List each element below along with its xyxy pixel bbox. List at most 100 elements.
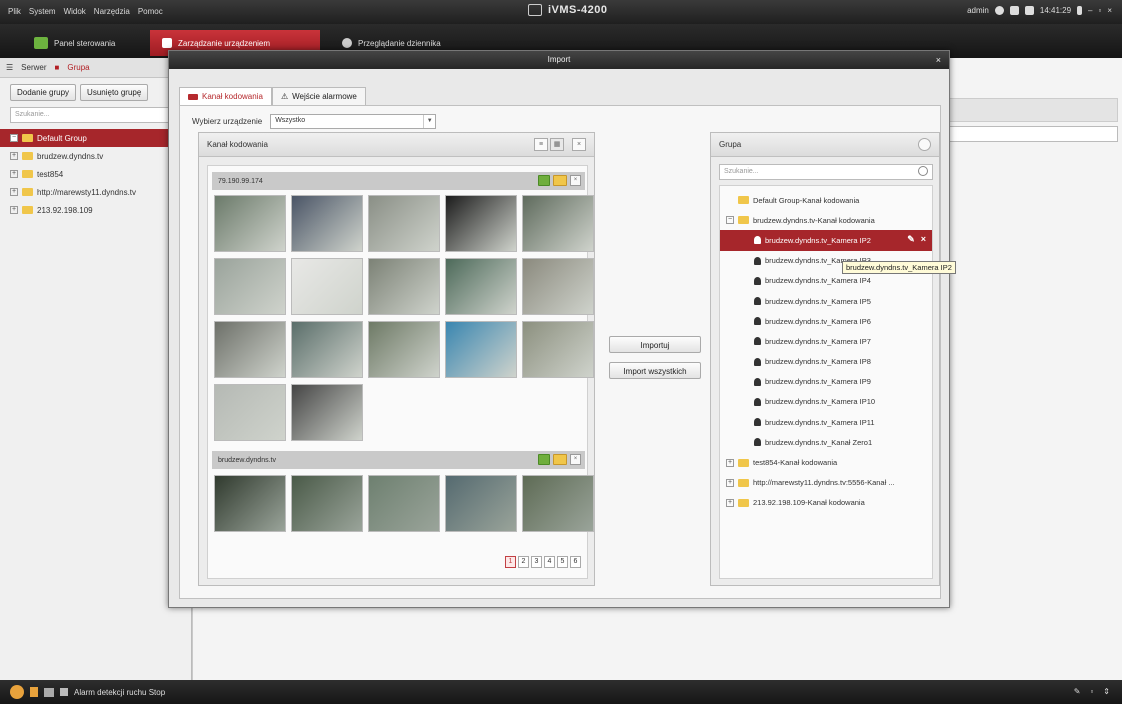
window-icon[interactable]: ▫ [1090,687,1093,696]
refresh-icon[interactable] [918,138,931,151]
tab-encoding-channel[interactable]: Kanał kodowania [179,87,272,105]
camera-thumbnail[interactable] [368,195,440,252]
group-tree-camera-item[interactable]: brudzew.dyndns.tv_Kamera IP6 [720,311,932,331]
camera-thumbnail[interactable] [522,475,594,532]
group-search-input[interactable]: Szukanie... [10,107,187,123]
expand-icon[interactable]: + [726,478,734,487]
camera-thumbnail[interactable] [214,321,286,378]
camera-thumbnail[interactable] [291,258,363,315]
camera-thumbnail[interactable] [368,475,440,532]
tab-alarm-input[interactable]: ⚠ Wejście alarmowe [271,87,366,105]
expand-icon[interactable]: + [10,188,18,196]
expand-icon[interactable]: + [10,206,18,214]
group-tree-camera-item[interactable]: brudzew.dyndns.tv_Kamera IP9 [720,372,932,392]
import-button[interactable]: Importuj [609,336,701,353]
minimize-icon[interactable]: – [1088,6,1092,15]
camera-thumbnail[interactable] [291,475,363,532]
list-view-icon[interactable]: ≡ [534,138,548,151]
close-window-icon[interactable]: × [1107,6,1112,15]
group-tree-folder-item[interactable]: + test854-Kanał kodowania [720,452,932,472]
group-tree-camera-item[interactable]: brudzew.dyndns.tv_Kamera IP5 [720,291,932,311]
menu-help[interactable]: Pomoc [138,7,163,16]
tree-item-test854[interactable]: + test854 [0,165,191,183]
folder-add-icon[interactable] [553,175,567,186]
maximize-icon[interactable]: ▫ [1098,6,1101,15]
group-tree-folder-item[interactable]: Default Group-Kanał kodowania [720,190,932,210]
import-all-button[interactable]: Import wszystkich [609,362,701,379]
camera-thumbnail[interactable] [291,384,363,441]
camera-thumbnail[interactable] [214,384,286,441]
delete-icon[interactable]: × [921,234,926,245]
tab-group[interactable]: Grupa [67,63,89,72]
tree-item-marewsty11[interactable]: + http://marewsty11.dyndns.tv [0,183,191,201]
group-tree-camera-item[interactable]: brudzew.dyndns.tv_Kamera IP8 [720,352,932,372]
content-search-input[interactable] [948,126,1118,142]
group-tree-camera-item[interactable]: brudzew.dyndns.tv_Kamera IP10 [720,392,932,412]
pin-icon[interactable]: ✎ [1074,687,1081,696]
group-search-input[interactable]: Szukanie... [719,164,933,180]
tree-item-213[interactable]: + 213.92.198.109 [0,201,191,219]
alarm-icon[interactable] [10,685,24,699]
monitor-icon[interactable] [44,687,54,697]
search-icon[interactable] [918,166,928,176]
menu-file[interactable]: Plik [8,7,21,16]
expand-icon[interactable]: + [726,498,734,507]
camera-thumbnail[interactable] [291,195,363,252]
printer-icon[interactable] [1024,6,1034,15]
page-button-6[interactable]: 6 [570,556,581,568]
collapse-icon[interactable]: − [10,134,18,142]
add-device-icon[interactable] [538,175,550,186]
camera-thumbnail[interactable] [291,321,363,378]
info-icon[interactable] [1077,6,1083,15]
camera-thumbnail[interactable] [445,258,517,315]
menu-tools[interactable]: Narzędzia [94,7,130,16]
dialog-close-icon[interactable]: × [936,51,941,69]
expand-icon[interactable]: + [10,170,18,178]
group-tree-camera-item[interactable]: brudzew.dyndns.tv_Kamera IP2 ✎ × [720,230,932,251]
speaker-icon[interactable] [60,688,68,696]
camera-thumbnail[interactable] [445,475,517,532]
tree-item-default-group[interactable]: − Default Group [0,129,191,147]
group-tree-folder-item[interactable]: +213.92.198.109-Kanał kodowania [720,493,932,513]
camera-thumbnail[interactable] [214,475,286,532]
camera-thumbnail[interactable] [522,258,594,315]
chevron-down-icon[interactable]: ▼ [423,115,435,128]
lock-icon[interactable] [1009,6,1019,15]
tree-item-brudzew[interactable]: + brudzew.dyndns.tv [0,147,191,165]
person-icon[interactable] [30,687,38,697]
close-device-icon[interactable]: × [570,454,581,465]
camera-thumbnail[interactable] [522,321,594,378]
collapse-icon[interactable]: − [726,216,734,225]
user-icon[interactable] [994,6,1004,15]
group-tree-folder-item[interactable]: − brudzew.dyndns.tv-Kanał kodowania [720,210,932,230]
expand-icon[interactable]: ⇕ [1103,687,1110,696]
camera-thumbnail[interactable] [445,195,517,252]
tab-server[interactable]: Serwer [21,63,46,72]
camera-thumbnail[interactable] [368,321,440,378]
page-button-3[interactable]: 3 [531,556,542,568]
add-device-icon[interactable] [538,454,550,465]
edit-icon[interactable]: ✎ [907,234,915,245]
delete-group-button[interactable]: Usunięto grupę [80,84,149,101]
camera-thumbnail[interactable] [214,195,286,252]
page-button-2[interactable]: 2 [518,556,529,568]
menu-view[interactable]: Widok [64,7,86,16]
group-tree-camera-item[interactable]: brudzew.dyndns.tv_Kamera IP7 [720,331,932,351]
page-button-5[interactable]: 5 [557,556,568,568]
page-button-1[interactable]: 1 [505,556,516,568]
expand-icon[interactable]: + [10,152,18,160]
camera-thumbnail[interactable] [445,321,517,378]
add-group-button[interactable]: Dodanie grupy [10,84,77,101]
thumbnail-view-icon[interactable]: ▦ [550,138,564,151]
group-tree-folder-item[interactable]: + http://marewsty11.dyndns.tv:5556-Kanał … [720,473,932,493]
camera-thumbnail[interactable] [522,195,594,252]
folder-add-icon[interactable] [553,454,567,465]
camera-thumbnail[interactable] [214,258,286,315]
collapse-all-icon[interactable]: × [572,138,586,151]
expand-icon[interactable]: + [726,458,734,467]
device-select[interactable]: Wszystko ▼ [270,114,437,129]
tab-control-panel[interactable]: Panel sterowania [22,30,127,56]
page-button-4[interactable]: 4 [544,556,555,568]
group-tree-camera-item[interactable]: brudzew.dyndns.tv_Kamera IP11 [720,412,932,432]
close-device-icon[interactable]: × [570,175,581,186]
